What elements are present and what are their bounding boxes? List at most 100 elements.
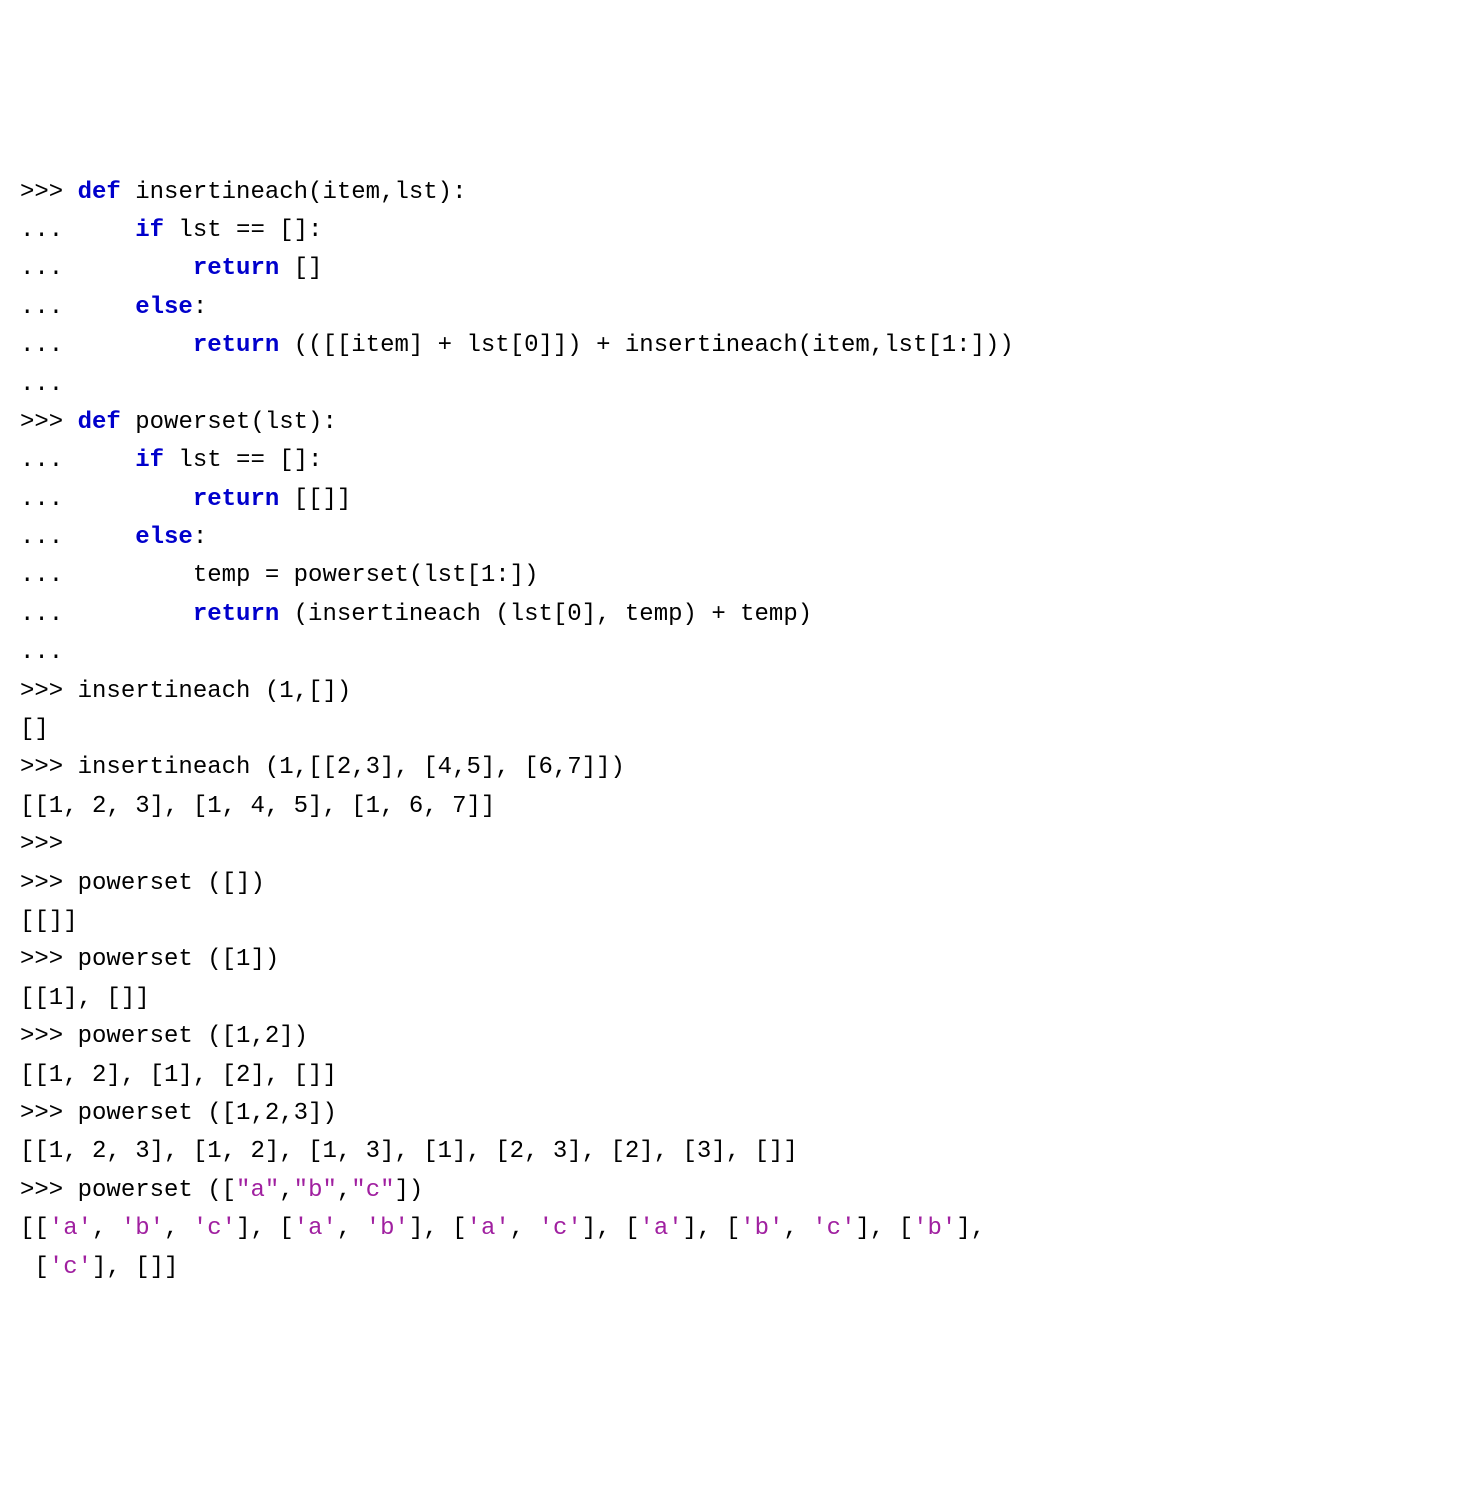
text-token: >>> powerset ([ <box>20 1177 236 1204</box>
text-token: , <box>783 1215 812 1242</box>
keyword-token: def <box>78 179 121 206</box>
text-token: , <box>164 1215 193 1242</box>
code-line: >>> insertineach (1,[]) <box>20 673 1450 711</box>
text-token: ], [ <box>582 1215 640 1242</box>
text-token: [] <box>279 255 322 282</box>
code-line: ... return [[]] <box>20 481 1450 519</box>
code-line: >>> powerset ([1]) <box>20 941 1450 979</box>
string-token: 'c' <box>812 1215 855 1242</box>
text-token: >>> <box>20 831 63 858</box>
text-token: , <box>92 1215 121 1242</box>
text-token: [[1, 2, 3], [1, 2], [1, 3], [1], [2, 3],… <box>20 1138 798 1165</box>
text-token: >>> powerset ([1]) <box>20 946 279 973</box>
text-token: ], [ <box>856 1215 914 1242</box>
string-token: 'c' <box>193 1215 236 1242</box>
text-token: lst == []: <box>164 217 322 244</box>
text-token: [[]] <box>279 486 351 513</box>
code-line: ... return [] <box>20 250 1450 288</box>
text-token: ... <box>20 486 193 513</box>
code-line: [['a', 'b', 'c'], ['a', 'b'], ['a', 'c']… <box>20 1210 1450 1248</box>
text-token: powerset(lst): <box>121 409 337 436</box>
code-line: [[]] <box>20 903 1450 941</box>
text-token: ], []] <box>92 1254 178 1281</box>
keyword-token: return <box>193 601 279 628</box>
text-token: (insertineach (lst[0], temp) + temp) <box>279 601 812 628</box>
text-token: ], [ <box>409 1215 467 1242</box>
text-token: ... <box>20 217 135 244</box>
text-token: , <box>337 1215 366 1242</box>
code-line: >>> powerset ([1,2,3]) <box>20 1095 1450 1133</box>
text-token: ], [ <box>236 1215 294 1242</box>
text-token: ]) <box>395 1177 424 1204</box>
code-line: [[1], []] <box>20 980 1450 1018</box>
text-token: ], [ <box>683 1215 741 1242</box>
text-token: ... temp = powerset(lst[1:]) <box>20 562 538 589</box>
keyword-token: return <box>193 332 279 359</box>
code-line: ['c'], []] <box>20 1249 1450 1287</box>
string-token: 'a' <box>639 1215 682 1242</box>
text-token: [] <box>20 716 49 743</box>
text-token: >>> insertineach (1,[]) <box>20 678 351 705</box>
keyword-token: if <box>135 447 164 474</box>
text-token: ... <box>20 371 63 398</box>
keyword-token: return <box>193 255 279 282</box>
text-token: , <box>337 1177 351 1204</box>
string-token: 'c' <box>539 1215 582 1242</box>
text-token: , <box>279 1177 293 1204</box>
string-token: 'a' <box>49 1215 92 1242</box>
keyword-token: else <box>135 294 193 321</box>
string-token: "b" <box>294 1177 337 1204</box>
string-token: "c" <box>351 1177 394 1204</box>
code-line: >>> def powerset(lst): <box>20 404 1450 442</box>
text-token: >>> <box>20 409 78 436</box>
code-line: ... return (([[item] + lst[0]]) + insert… <box>20 327 1450 365</box>
string-token: 'b' <box>366 1215 409 1242</box>
text-token: ], <box>956 1215 985 1242</box>
text-token: ... <box>20 601 193 628</box>
text-token: [[1, 2], [1], [2], []] <box>20 1062 337 1089</box>
text-token: >>> powerset ([1,2]) <box>20 1023 308 1050</box>
text-token: >>> insertineach (1,[[2,3], [4,5], [6,7]… <box>20 754 625 781</box>
string-token: "a" <box>236 1177 279 1204</box>
text-token: ... <box>20 332 193 359</box>
code-line: >>> powerset ([1,2]) <box>20 1018 1450 1056</box>
code-line: >>> powerset (["a","b","c"]) <box>20 1172 1450 1210</box>
text-token: : <box>193 524 207 551</box>
string-token: 'b' <box>740 1215 783 1242</box>
text-token: : <box>193 294 207 321</box>
text-token: lst == []: <box>164 447 322 474</box>
code-line: >>> insertineach (1,[[2,3], [4,5], [6,7]… <box>20 749 1450 787</box>
code-line: >>> def insertineach(item,lst): <box>20 174 1450 212</box>
text-token: ... <box>20 255 193 282</box>
code-line: ... else: <box>20 519 1450 557</box>
code-line: [] <box>20 711 1450 749</box>
text-token: [[]] <box>20 908 78 935</box>
string-token: 'a' <box>467 1215 510 1242</box>
text-token: [[1], []] <box>20 985 150 1012</box>
code-line: ... <box>20 634 1450 672</box>
code-line: [[1, 2, 3], [1, 4, 5], [1, 6, 7]] <box>20 788 1450 826</box>
code-line: ... temp = powerset(lst[1:]) <box>20 557 1450 595</box>
code-line: ... <box>20 366 1450 404</box>
text-token: [[ <box>20 1215 49 1242</box>
code-line: >>> <box>20 826 1450 864</box>
text-token: ... <box>20 294 135 321</box>
string-token: 'a' <box>294 1215 337 1242</box>
code-line: ... if lst == []: <box>20 212 1450 250</box>
text-token: ... <box>20 639 63 666</box>
code-line: >>> powerset ([]) <box>20 865 1450 903</box>
text-token: >>> powerset ([]) <box>20 870 265 897</box>
text-token: ... <box>20 447 135 474</box>
text-token: ... <box>20 524 135 551</box>
code-line: [[1, 2, 3], [1, 2], [1, 3], [1], [2, 3],… <box>20 1133 1450 1171</box>
keyword-token: if <box>135 217 164 244</box>
text-token: >>> <box>20 179 78 206</box>
string-token: 'b' <box>121 1215 164 1242</box>
text-token: insertineach(item,lst): <box>121 179 467 206</box>
keyword-token: return <box>193 486 279 513</box>
text-token: [[1, 2, 3], [1, 4, 5], [1, 6, 7]] <box>20 793 495 820</box>
keyword-token: else <box>135 524 193 551</box>
code-line: ... if lst == []: <box>20 442 1450 480</box>
code-line: ... return (insertineach (lst[0], temp) … <box>20 596 1450 634</box>
string-token: 'b' <box>913 1215 956 1242</box>
